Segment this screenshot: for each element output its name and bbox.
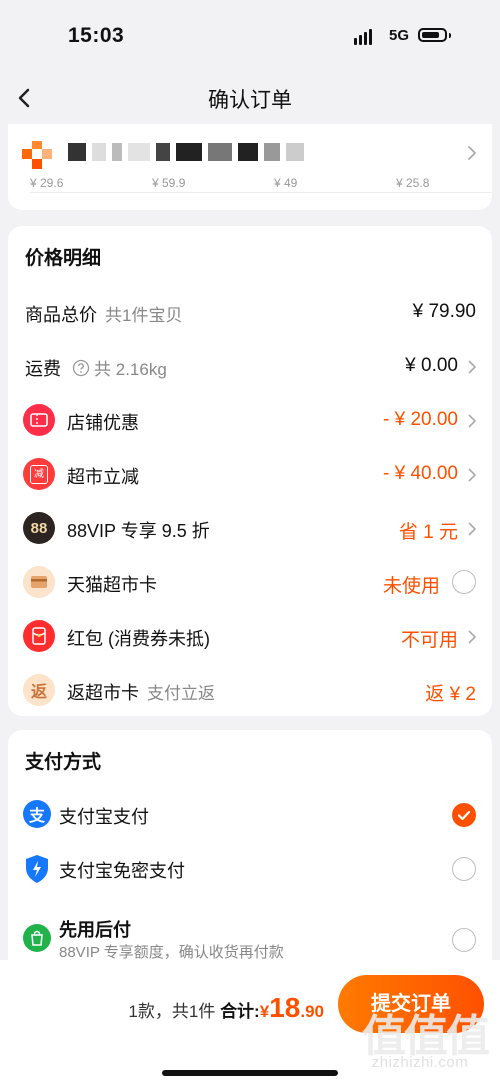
page-title: 确认订单 <box>208 89 292 112</box>
alipay-nopwd-radio[interactable] <box>452 857 476 881</box>
item-price-strip: ¥ 29.6 ¥ 59.9 ¥ 49 ¥ 25.8 <box>30 176 492 193</box>
row-value: 省 1 元 <box>398 522 458 543</box>
payment-label: 先用后付 <box>59 920 131 940</box>
cashback-icon: 返 <box>23 674 55 706</box>
check-icon <box>457 810 471 821</box>
pay-later-radio[interactable] <box>452 928 476 952</box>
status-bar: 15:03 5G <box>0 0 500 72</box>
payment-title: 支付方式 <box>25 752 102 773</box>
total-currency: ¥ <box>259 1002 270 1021</box>
row-value: - ¥ 40.00 <box>383 463 458 484</box>
store-name-obscured <box>68 143 304 161</box>
order-summary: 1款，共1件 合计:¥18.90 <box>128 992 324 1024</box>
chevron-right-icon <box>468 630 477 644</box>
submit-order-button[interactable]: 提交订单 <box>338 975 484 1033</box>
order-count: 1款，共1件 <box>128 1002 216 1021</box>
row-label: 天猫超市卡 <box>67 575 157 595</box>
row-sub: 共 2.16kg <box>94 360 167 379</box>
row-store-discount[interactable]: 店铺优惠 - ¥ 20.00 <box>8 400 492 440</box>
store-card[interactable]: ¥ 29.6 ¥ 59.9 ¥ 49 ¥ 25.8 <box>8 124 492 210</box>
vip-88-icon: 88 <box>23 512 55 544</box>
red-packet-icon <box>23 620 55 652</box>
coupon-icon <box>23 404 55 436</box>
row-label: 88VIP 专享 9.5 折 <box>67 521 210 541</box>
row-cashback-card: 返 返超市卡 支付立返 返 ¥ 2 <box>8 670 492 710</box>
discount-icon-text: 减 <box>30 464 48 484</box>
row-label: 红包 (消费券未抵) <box>67 629 210 649</box>
row-value: 不可用 <box>400 630 458 651</box>
payment-desc: 88VIP 专享额度，确认收货再付款 <box>59 944 284 961</box>
row-value: - ¥ 20.00 <box>383 409 458 430</box>
row-sub: 支付立返 <box>147 684 215 703</box>
bottom-bar: 1款，共1件 合计:¥18.90 提交订单 <box>0 960 500 1086</box>
payment-option-pay-later[interactable]: 先用后付 88VIP 专享额度，确认收货再付款 <box>8 910 492 966</box>
battery-tip <box>449 33 451 38</box>
row-red-packet[interactable]: 红包 (消费券未抵) 不可用 <box>8 616 492 656</box>
status-time: 15:03 <box>68 24 125 47</box>
row-value: 未使用 <box>382 576 440 597</box>
row-label: 运费 <box>25 359 61 379</box>
row-value: ¥ 0.00 <box>405 355 458 376</box>
payment-label: 支付宝支付 <box>59 807 149 827</box>
payment-option-alipay[interactable]: 支 支付宝支付 <box>8 794 492 836</box>
row-goods-total: 商品总价 共1件宝贝 ¥ 79.90 <box>8 292 492 332</box>
nav-bar: 确认订单 <box>0 72 500 124</box>
chevron-right-icon <box>468 522 477 536</box>
row-sub: 共1件宝贝 <box>105 306 183 325</box>
tmall-card-radio[interactable] <box>452 570 476 594</box>
battery-icon <box>418 28 447 42</box>
payment-option-alipay-nopwd[interactable]: 支付宝免密支付 <box>8 848 492 890</box>
card-icon <box>23 566 55 598</box>
payment-card: 支付方式 支 支付宝支付 支付宝免密支付 先用后付 88VIP 专享额度，确认收… <box>8 730 492 980</box>
row-label: 商品总价 <box>25 305 97 325</box>
row-label: 返超市卡 <box>67 683 139 703</box>
row-supermarket-discount[interactable]: 减 超市立减 - ¥ 40.00 <box>8 454 492 494</box>
total-decimal: .90 <box>300 1002 324 1021</box>
pay-later-bag-icon <box>23 924 51 952</box>
row-label: 超市立减 <box>67 467 139 487</box>
chevron-right-icon <box>468 360 477 374</box>
item-price: ¥ 25.8 <box>396 176 492 193</box>
shield-lightning-icon <box>26 855 48 883</box>
price-detail-card: 价格明细 商品总价 共1件宝贝 ¥ 79.90 运费 共 2.16kg ¥ 0.0… <box>8 226 492 716</box>
network-label: 5G <box>389 27 410 44</box>
item-price: ¥ 29.6 <box>30 176 152 193</box>
chevron-right-icon <box>468 468 477 482</box>
payment-label: 支付宝免密支付 <box>59 861 185 881</box>
alipay-icon: 支 <box>23 800 51 828</box>
row-label: 店铺优惠 <box>67 413 139 433</box>
home-indicator <box>162 1070 338 1076</box>
total-integer: 18 <box>269 992 301 1023</box>
row-tmall-card[interactable]: 天猫超市卡 未使用 <box>8 562 492 602</box>
signal-icon <box>354 29 372 45</box>
price-detail-title: 价格明细 <box>25 248 102 269</box>
chevron-right-icon <box>468 414 477 428</box>
chevron-right-icon <box>468 146 476 160</box>
store-logo-icon <box>22 141 52 169</box>
row-value: ¥ 79.90 <box>412 301 476 322</box>
help-icon[interactable] <box>72 359 90 377</box>
alipay-radio-selected[interactable] <box>452 803 476 827</box>
row-shipping[interactable]: 运费 共 2.16kg ¥ 0.00 <box>8 346 492 386</box>
row-value: 返 ¥ 2 <box>425 684 476 705</box>
total-label: 合计: <box>220 1002 260 1021</box>
row-88vip[interactable]: 88 88VIP 专享 9.5 折 省 1 元 <box>8 508 492 548</box>
item-price: ¥ 59.9 <box>152 176 274 193</box>
supermarket-discount-icon: 减 <box>23 458 55 490</box>
item-price: ¥ 49 <box>274 176 396 193</box>
